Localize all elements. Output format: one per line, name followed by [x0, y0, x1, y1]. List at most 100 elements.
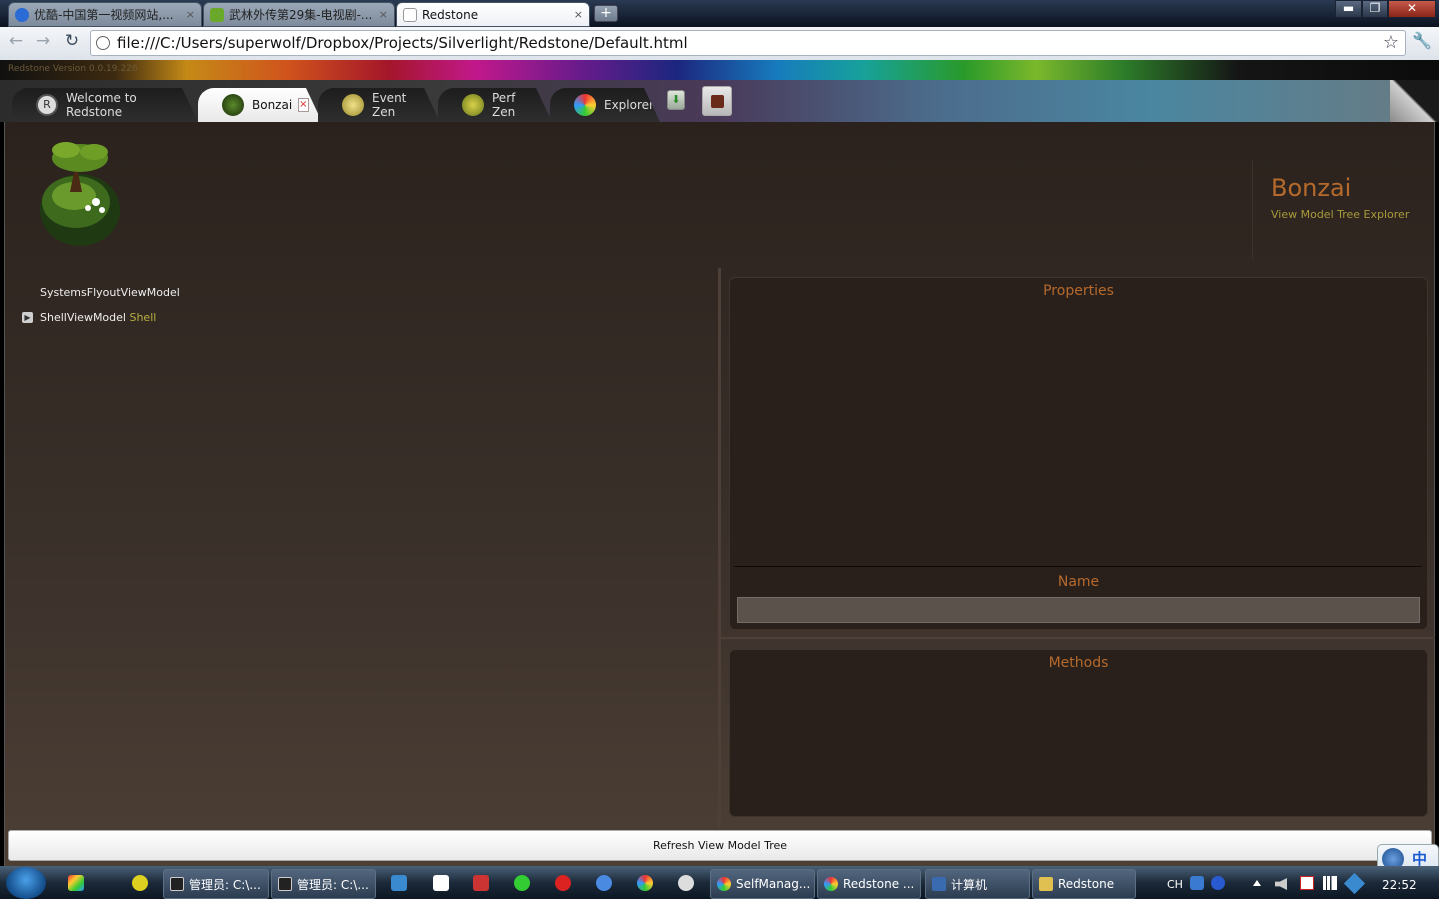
- page-curl-icon[interactable]: [1390, 80, 1439, 122]
- network-icon[interactable]: [1323, 876, 1337, 890]
- wrench-icon[interactable]: 🔧: [1412, 31, 1432, 50]
- close-tab-icon[interactable]: ×: [379, 8, 388, 21]
- start-button[interactable]: [6, 867, 46, 899]
- cmd-icon: [170, 877, 184, 891]
- taskbar-item-label: 管理员: C:\...: [189, 877, 261, 892]
- header-divider: [1252, 160, 1253, 260]
- qq-icon[interactable]: [678, 875, 694, 891]
- iqiyi-icon: [210, 7, 224, 22]
- maximize-button[interactable]: ❐: [1362, 0, 1388, 18]
- tab-event-zen[interactable]: Event Zen: [318, 88, 440, 122]
- url-text: file:///C:/Users/superwolf/Dropbox/Proje…: [117, 34, 688, 52]
- browser-tab-label: Redstone: [422, 7, 479, 22]
- page-info-icon: [96, 36, 110, 50]
- tree-node-systems-flyout[interactable]: SystemsFlyoutViewModel: [40, 286, 180, 299]
- chrome-icon[interactable]: [637, 875, 653, 891]
- vertical-splitter[interactable]: [718, 268, 721, 828]
- address-bar[interactable]: file:///C:/Users/superwolf/Dropbox/Proje…: [90, 30, 1406, 56]
- cube-exit-icon: [711, 95, 724, 108]
- tab-label: Perf Zen: [492, 91, 516, 119]
- tab-welcome[interactable]: R Welcome to Redstone: [12, 88, 198, 122]
- tab-perf-zen[interactable]: Perf Zen: [438, 88, 552, 122]
- taskbar-item-label: SelfManag...: [736, 877, 811, 891]
- quicklaunch-icon[interactable]: [473, 875, 489, 891]
- taskbar-item-cmd[interactable]: 管理员: C:\...: [163, 869, 269, 899]
- horizontal-splitter[interactable]: [721, 637, 1435, 639]
- perf-zen-icon: [462, 94, 484, 116]
- taskbar-item-computer[interactable]: 计算机: [925, 869, 1030, 899]
- taskbar-item-folder[interactable]: Redstone: [1032, 869, 1136, 899]
- refresh-view-model-tree-button[interactable]: Refresh View Model Tree: [8, 830, 1432, 861]
- browser-tab-youku[interactable]: 优酷-中国第一视频网站,... ×: [8, 2, 202, 27]
- taskbar-item-chrome[interactable]: Redstone ...: [817, 869, 921, 899]
- tab-label: Welcome to Redstone: [66, 91, 137, 119]
- new-tab-button[interactable]: +: [594, 5, 618, 22]
- cmd-icon: [278, 877, 292, 891]
- tab-label: Explorer: [604, 98, 654, 112]
- show-hidden-icons-icon[interactable]: [1253, 880, 1261, 886]
- download-button[interactable]: ⬇: [667, 90, 685, 110]
- taskbar-item-label: Redstone: [1058, 877, 1115, 891]
- tab-label: Bonzai: [252, 98, 293, 112]
- name-field[interactable]: [737, 597, 1420, 623]
- tree-node-tag: Shell: [129, 311, 157, 324]
- tab-label: Event Zen: [372, 91, 407, 119]
- methods-title: Methods: [1048, 655, 1109, 671]
- exit-app-button[interactable]: [702, 86, 732, 116]
- properties-title: Properties: [1043, 283, 1114, 299]
- back-button[interactable]: ←: [6, 32, 26, 52]
- taskbar-item-label: 计算机: [951, 877, 988, 892]
- taskbar-item-chrome[interactable]: SelfManag...: [710, 869, 815, 899]
- event-zen-icon: [342, 94, 364, 116]
- youku-icon: [15, 7, 29, 22]
- browser-tab-label: 武林外传第29集-电视剧-...: [229, 8, 373, 22]
- quicklaunch-icon[interactable]: [132, 875, 148, 891]
- page-title: Bonzai: [1271, 174, 1352, 202]
- ime-tray-icon[interactable]: [1190, 876, 1204, 890]
- quicklaunch-icon[interactable]: [68, 875, 84, 891]
- bonzai-logo-icon: [30, 132, 130, 252]
- page-subtitle: View Model Tree Explorer: [1271, 208, 1410, 221]
- close-window-button[interactable]: ✕: [1388, 0, 1436, 18]
- tree-node-label: ShellViewModel: [40, 311, 126, 324]
- tree-node-label: SystemsFlyoutViewModel: [40, 286, 180, 299]
- version-text: Redstone Version 0.0.19.226: [8, 64, 138, 74]
- minimize-button[interactable]: ▬: [1335, 0, 1362, 18]
- tab-bonzai[interactable]: Bonzai ×: [198, 88, 322, 122]
- redstone-logo-icon: R: [36, 94, 58, 116]
- computer-icon: [932, 877, 946, 891]
- methods-panel: [729, 649, 1428, 817]
- browser-tab-label: 优酷-中国第一视频网站,...: [34, 8, 174, 22]
- quicklaunch-icon[interactable]: [433, 875, 449, 891]
- page-icon: [403, 7, 417, 22]
- help-icon[interactable]: [1211, 876, 1225, 890]
- tree-node-shell-view-model[interactable]: ShellViewModel Shell: [40, 311, 156, 324]
- taskbar-item-label: Redstone ...: [843, 877, 915, 891]
- reload-button[interactable]: ↻: [62, 32, 82, 52]
- close-tab-icon[interactable]: ×: [574, 8, 583, 21]
- explorer-icon: [574, 94, 596, 116]
- action-center-icon[interactable]: [1300, 876, 1314, 890]
- properties-divider: [734, 566, 1422, 567]
- quicklaunch-icon[interactable]: [391, 875, 407, 891]
- bonzai-tree-icon: [222, 94, 244, 116]
- browser-tab-redstone[interactable]: Redstone ×: [396, 2, 590, 27]
- quicklaunch-icon[interactable]: [596, 875, 612, 891]
- browser-tab-tv[interactable]: 武林外传第29集-电视剧-... ×: [203, 2, 395, 27]
- quicklaunch-icon[interactable]: [555, 875, 571, 891]
- quicklaunch-icon[interactable]: [514, 875, 530, 891]
- spectrum-banner: [0, 60, 1439, 80]
- folder-icon: [1039, 877, 1053, 891]
- tab-explorer[interactable]: Explorer: [550, 88, 660, 122]
- taskbar-item-cmd[interactable]: 管理员: C:\...: [271, 869, 376, 899]
- name-label: Name: [1057, 574, 1100, 590]
- close-tab-button[interactable]: ×: [298, 98, 308, 112]
- forward-button[interactable]: →: [33, 32, 53, 52]
- bookmark-star-icon[interactable]: ☆: [1383, 32, 1399, 53]
- clock[interactable]: 22:52: [1382, 878, 1417, 892]
- taskbar-item-label: 管理员: C:\...: [297, 877, 369, 892]
- tree-expand-icon[interactable]: ▶: [22, 312, 33, 323]
- language-indicator[interactable]: CH: [1167, 878, 1183, 891]
- close-tab-icon[interactable]: ×: [186, 8, 195, 21]
- chrome-icon: [824, 877, 838, 891]
